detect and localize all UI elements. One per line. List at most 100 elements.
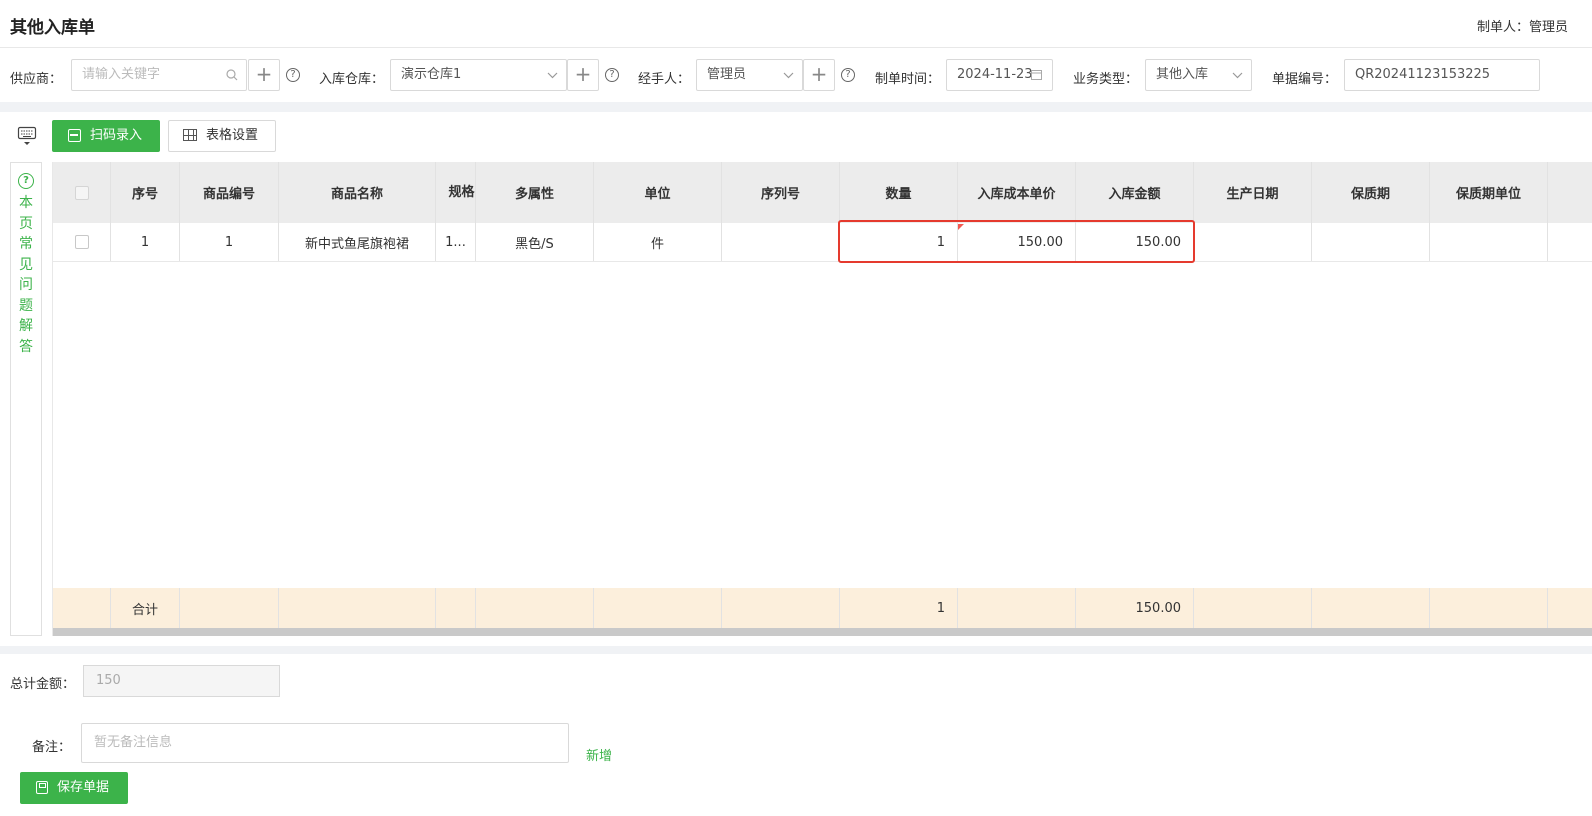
summary-blank — [436, 588, 476, 628]
prod-date-cell[interactable] — [1194, 223, 1312, 261]
warehouse-help-icon[interactable]: ? — [605, 68, 619, 82]
question-circle-icon: ? — [18, 173, 34, 189]
section-divider — [0, 102, 1592, 112]
search-icon — [226, 60, 238, 90]
scan-icon — [68, 129, 81, 142]
column-header[interactable]: 商品名称 — [279, 162, 436, 223]
summary-label: 合计 — [111, 588, 180, 628]
column-header[interactable]: 序号 — [111, 162, 180, 223]
remark-placeholder: 暂无备注信息 — [94, 735, 173, 750]
doc-no-input[interactable]: QR20241123153225 — [1344, 59, 1540, 91]
unit-cell[interactable]: 件 — [594, 223, 722, 261]
summary-blank — [1194, 588, 1312, 628]
toolbar: 扫码录入 表格设置 — [0, 112, 1592, 162]
edited-cell-marker — [958, 224, 964, 230]
chevron-down-icon — [1232, 60, 1243, 90]
shelf-life-cell[interactable] — [1312, 223, 1430, 261]
warehouse-value: 演示仓库1 — [401, 67, 462, 82]
table-header: 序号 商品编号 商品名称 规格 多属性 单位 序列号 数量 入库成本单价 入库金… — [53, 162, 1592, 223]
table-settings-label: 表格设置 — [206, 128, 259, 143]
summary-blank — [279, 588, 436, 628]
creator-value: 管理员 — [1528, 20, 1568, 35]
select-all-cell — [53, 162, 111, 223]
column-header[interactable]: 数量 — [840, 162, 958, 223]
remark-input[interactable]: 暂无备注信息 — [81, 723, 569, 763]
handler-select[interactable]: 管理员 — [696, 59, 803, 91]
column-header[interactable]: 入库成本单价 — [958, 162, 1076, 223]
items-table: 序号 商品编号 商品名称 规格 多属性 单位 序列号 数量 入库成本单价 入库金… — [52, 162, 1592, 636]
summary-blank — [476, 588, 594, 628]
doc-no-value: QR20241123153225 — [1355, 67, 1491, 82]
faq-text: 本页常见问题解答 — [19, 195, 33, 355]
serial-cell[interactable] — [722, 223, 840, 261]
column-header[interactable]: 保质期单位 — [1430, 162, 1548, 223]
shelf-unit-cell[interactable] — [1430, 223, 1548, 261]
faq-side-panel[interactable]: ? 本页常见问题解答 — [10, 162, 42, 636]
save-label: 保存单据 — [57, 780, 110, 795]
supplier-input[interactable]: 请输入关键字 — [71, 59, 247, 91]
summary-blank — [180, 588, 279, 628]
doc-no-label: 单据编号： — [1272, 72, 1338, 87]
column-header[interactable]: 生产日期 — [1194, 162, 1312, 223]
scan-entry-label: 扫码录入 — [90, 128, 143, 143]
page-title: 其他入库单 — [10, 18, 95, 38]
total-amount-field: 150 — [83, 665, 280, 697]
summary-row: 合计 1 150.00 — [53, 588, 1592, 628]
spec-cell[interactable]: 1... — [436, 223, 476, 261]
row-checkbox[interactable] — [74, 235, 89, 249]
calendar-icon — [1031, 60, 1042, 90]
handler-label: 经手人： — [638, 72, 691, 87]
creator-label: 制单人： — [1476, 20, 1529, 35]
creator-info: 制单人：管理员 — [1477, 16, 1568, 35]
attr-cell[interactable]: 黑色/S — [476, 223, 594, 261]
supplier-help-icon[interactable]: ? — [286, 68, 300, 82]
column-header[interactable]: 单位 — [594, 162, 722, 223]
highlight-box — [838, 220, 1195, 263]
code-cell[interactable]: 1 — [180, 223, 279, 261]
biz-type-select[interactable]: 其他入库 — [1145, 59, 1252, 91]
date-value: 2024-11-23 — [957, 67, 1033, 82]
chevron-down-icon — [783, 60, 794, 90]
select-all-checkbox[interactable] — [74, 185, 89, 200]
table-row[interactable]: 1 1 新中式鱼尾旗袍裙 1... 黑色/S 件 1 150.00 150.00 — [53, 223, 1592, 262]
add-remark-link[interactable]: 新增 — [586, 745, 612, 764]
biz-type-value: 其他入库 — [1156, 67, 1209, 82]
summary-blank — [1312, 588, 1430, 628]
column-header[interactable]: 入库金额 — [1076, 162, 1194, 223]
warehouse-label: 入库仓库： — [319, 72, 385, 87]
handler-value: 管理员 — [707, 67, 747, 82]
table-settings-button[interactable]: 表格设置 — [168, 120, 276, 152]
add-warehouse-button[interactable]: + — [567, 59, 599, 91]
summary-blank — [958, 588, 1076, 628]
biz-type-label: 业务类型： — [1073, 72, 1139, 87]
horizontal-scrollbar[interactable] — [53, 628, 1592, 636]
summary-amount: 150.00 — [1076, 588, 1194, 628]
summary-qty: 1 — [840, 588, 958, 628]
column-header[interactable]: 规格 — [436, 162, 476, 223]
column-header[interactable]: 序列号 — [722, 162, 840, 223]
column-header-text: 规格 — [448, 184, 475, 200]
form-row: 供应商： 请输入关键字 + ? 入库仓库： 演示仓库1 + ? 经手人： 管理员… — [0, 48, 1592, 102]
keyboard-icon[interactable] — [17, 125, 37, 149]
total-amount-label: 总计金额： — [10, 677, 76, 692]
column-header[interactable]: 多属性 — [476, 162, 594, 223]
save-icon — [36, 781, 48, 794]
name-cell[interactable]: 新中式鱼尾旗袍裙 — [279, 223, 436, 261]
save-document-button[interactable]: 保存单据 — [20, 772, 128, 804]
summary-blank — [53, 588, 111, 628]
date-picker[interactable]: 2024-11-23 — [946, 59, 1053, 91]
column-header[interactable]: 商品编号 — [180, 162, 279, 223]
date-label: 制单时间： — [875, 72, 941, 87]
scan-entry-button[interactable]: 扫码录入 — [52, 120, 160, 152]
supplier-label: 供应商： — [10, 72, 63, 87]
supplier-placeholder: 请输入关键字 — [82, 67, 161, 82]
warehouse-select[interactable]: 演示仓库1 — [390, 59, 567, 91]
title-bar: 其他入库单 制单人：管理员 — [0, 0, 1592, 48]
column-header[interactable]: 保质期 — [1312, 162, 1430, 223]
add-handler-button[interactable]: + — [803, 59, 835, 91]
add-supplier-button[interactable]: + — [248, 59, 280, 91]
remark-label: 备注： — [32, 740, 72, 755]
summary-blank — [594, 588, 722, 628]
chevron-down-icon — [547, 60, 558, 90]
handler-help-icon[interactable]: ? — [841, 68, 855, 82]
